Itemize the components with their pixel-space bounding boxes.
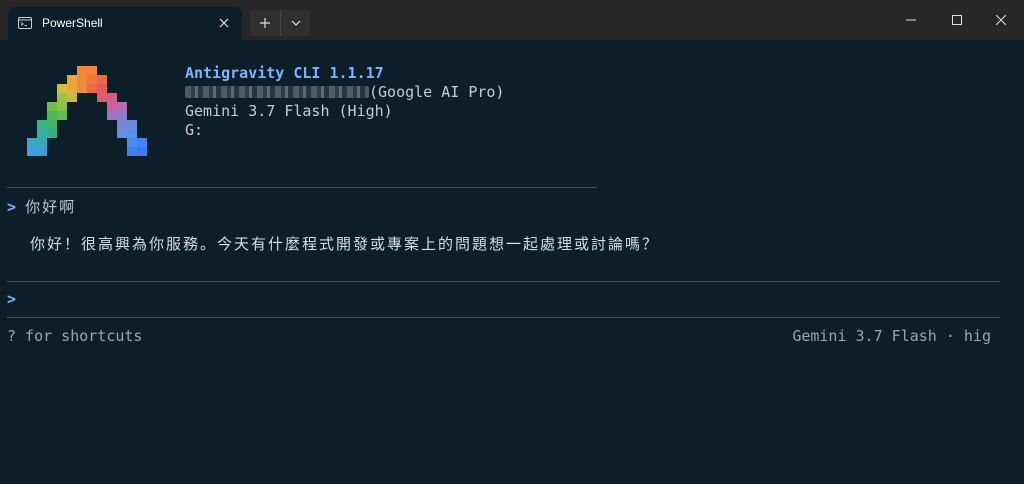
- minimize-button[interactable]: [888, 0, 934, 40]
- input-bottom-divider: [7, 317, 1000, 318]
- new-tab-button[interactable]: [250, 10, 280, 36]
- redacted-email: [185, 86, 369, 98]
- header-divider: [7, 187, 597, 188]
- minimize-icon: [906, 19, 916, 21]
- assistant-reply: 你好！很高興為你服務。今天有什麼程式開發或專案上的問題想一起處理或討論嗎？: [30, 235, 660, 253]
- session-info: Antigravity CLI 1.1.17 (Google AI Pro) G…: [185, 64, 504, 140]
- tab-powershell[interactable]: PowerShell: [8, 7, 242, 40]
- chevron-down-icon: [291, 20, 301, 26]
- maximize-button[interactable]: [934, 0, 980, 40]
- input-top-divider: [7, 281, 1000, 282]
- user-message-text: 你好啊: [25, 198, 77, 216]
- terminal-icon: [18, 17, 32, 29]
- account-line: (Google AI Pro): [185, 83, 504, 102]
- input-prompt-symbol: >: [7, 290, 17, 308]
- window-titlebar: PowerShell: [0, 0, 1024, 40]
- prompt-input[interactable]: >: [7, 290, 16, 308]
- maximize-icon: [952, 15, 962, 25]
- model-status: Gemini 3.7 Flash · hig: [792, 327, 991, 345]
- tab-actions: [250, 10, 310, 36]
- app-version: Antigravity CLI 1.1.17: [185, 64, 384, 82]
- antigravity-logo: [27, 66, 147, 158]
- prompt-symbol: >: [7, 198, 17, 216]
- working-directory: G:: [185, 121, 204, 139]
- account-plan: (Google AI Pro): [369, 83, 505, 101]
- plus-icon: [260, 18, 270, 28]
- tab-dropdown-button[interactable]: [280, 10, 311, 36]
- shortcuts-hint: ? for shortcuts: [7, 327, 143, 345]
- close-icon: [996, 15, 1006, 25]
- close-window-button[interactable]: [978, 0, 1024, 40]
- model-name: Gemini 3.7 Flash (High): [185, 102, 393, 120]
- user-message: > 你好啊: [7, 196, 76, 217]
- tab-title: PowerShell: [42, 16, 103, 30]
- close-tab-icon[interactable]: [216, 15, 232, 31]
